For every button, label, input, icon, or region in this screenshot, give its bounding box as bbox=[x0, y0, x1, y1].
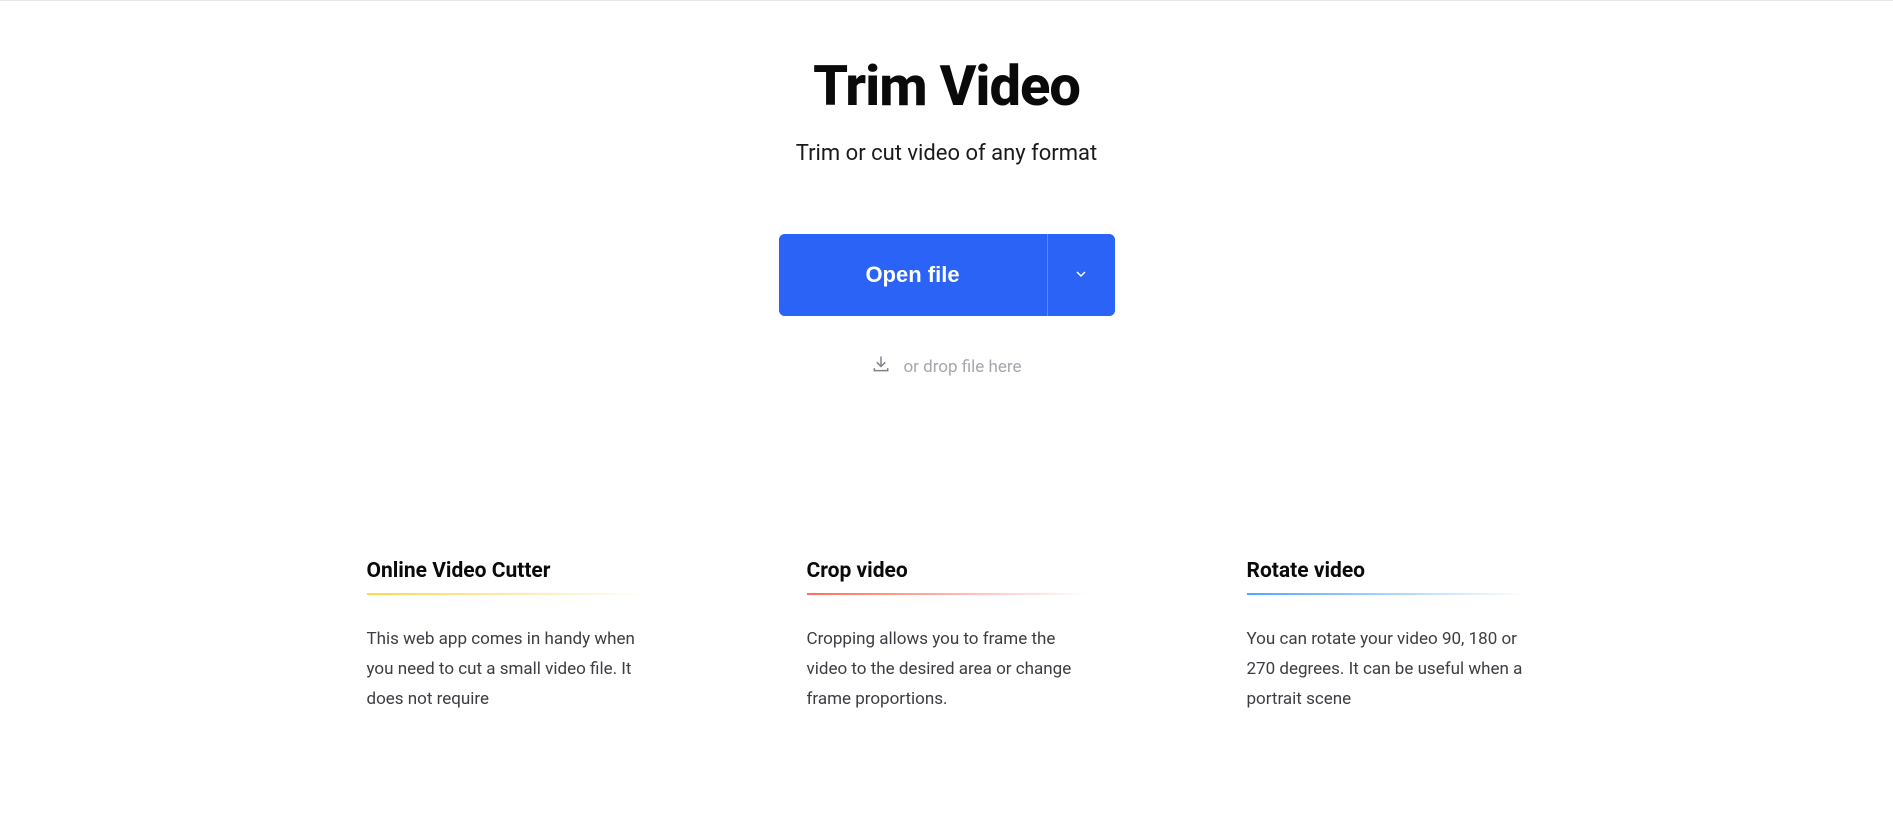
open-file-button[interactable]: Open file bbox=[779, 234, 1047, 316]
hero-section: Trim Video Trim or cut video of any form… bbox=[0, 1, 1893, 379]
feature-card: Online Video Cutter This web app comes i… bbox=[367, 559, 647, 714]
feature-body: You can rotate your video 90, 180 or 270… bbox=[1247, 625, 1527, 714]
feature-card: Crop video Cropping allows you to frame … bbox=[807, 559, 1087, 714]
feature-body: This web app comes in handy when you nee… bbox=[367, 625, 647, 714]
feature-title: Online Video Cutter bbox=[367, 559, 647, 595]
page-subtitle: Trim or cut video of any format bbox=[796, 141, 1097, 166]
drop-file-hint[interactable]: or drop file here bbox=[871, 354, 1021, 379]
open-file-label: Open file bbox=[865, 262, 959, 288]
page-title: Trim Video bbox=[813, 53, 1080, 119]
feature-body: Cropping allows you to frame the video t… bbox=[807, 625, 1087, 714]
feature-title: Crop video bbox=[807, 559, 1087, 595]
feature-card: Rotate video You can rotate your video 9… bbox=[1247, 559, 1527, 714]
features-section: Online Video Cutter This web app comes i… bbox=[0, 559, 1893, 714]
chevron-down-icon bbox=[1073, 266, 1089, 285]
feature-title: Rotate video bbox=[1247, 559, 1527, 595]
open-file-dropdown-button[interactable] bbox=[1047, 234, 1115, 316]
drop-file-text: or drop file here bbox=[903, 357, 1021, 377]
open-file-button-group: Open file bbox=[779, 234, 1115, 316]
download-icon bbox=[871, 354, 891, 379]
